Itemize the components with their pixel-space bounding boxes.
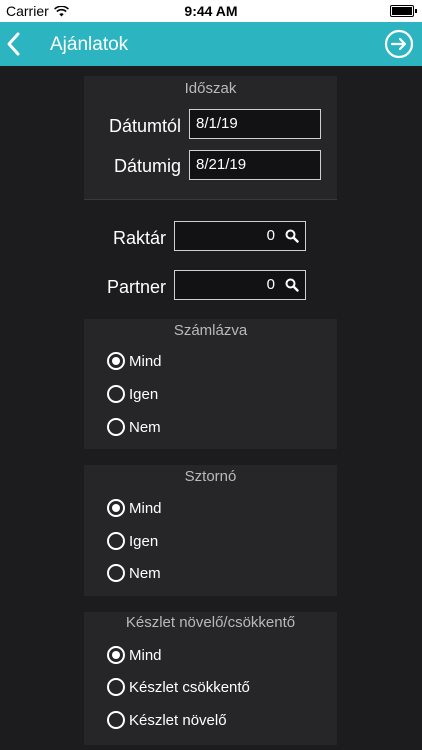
storno-option-yes[interactable]: Igen (107, 530, 158, 552)
invoiced-option-all[interactable]: Mind (107, 350, 162, 372)
stock-title: Készlet növelő/csökkentő (125, 614, 296, 631)
radio-label: Nem (129, 418, 161, 436)
radio-label: Mind (129, 499, 162, 517)
storno-title: Sztornó (184, 468, 237, 485)
stock-option-all[interactable]: Mind (107, 644, 162, 666)
radio-button[interactable] (107, 385, 125, 403)
storno-option-no[interactable]: Nem (107, 562, 161, 584)
invoiced-title: Számlázva (173, 322, 248, 339)
search-icon[interactable] (285, 229, 299, 243)
radio-button[interactable] (107, 678, 125, 696)
radio-button[interactable] (107, 418, 125, 436)
search-icon[interactable] (285, 278, 299, 292)
partner-search-field[interactable]: 0 (174, 270, 306, 300)
radio-button[interactable] (107, 532, 125, 550)
date-to-input[interactable]: 8/21/19 (189, 150, 321, 180)
radio-label: Igen (129, 532, 159, 550)
stock-option-decreasing[interactable]: Készlet csökkentő (107, 676, 250, 698)
partner-value: 0 (266, 276, 275, 293)
radio-label: Készlet növelő (129, 711, 227, 729)
section-divider (84, 199, 337, 200)
date-from-input[interactable]: 8/1/19 (189, 109, 321, 139)
date-from-label: Dátumtól (108, 116, 181, 136)
navigation-bar: Ajánlatok (0, 22, 422, 66)
radio-label: Igen (129, 385, 159, 403)
filter-content: Időszak Dátumtól 8/1/19 Dátumig 8/21/19 … (0, 66, 422, 750)
radio-button[interactable] (107, 711, 125, 729)
radio-label: Mind (129, 352, 162, 370)
radio-button[interactable] (107, 646, 125, 664)
clock: 9:44 AM (184, 3, 238, 19)
radio-button[interactable] (107, 499, 125, 517)
back-chevron-icon[interactable] (4, 28, 24, 60)
storno-option-all[interactable]: Mind (107, 497, 162, 519)
radio-label: Készlet csökkentő (129, 678, 250, 696)
invoiced-option-no[interactable]: Nem (107, 416, 161, 438)
forward-circle-arrow-icon[interactable] (384, 29, 414, 59)
radio-label: Nem (129, 564, 161, 582)
status-bar: Carrier 9:44 AM (0, 0, 422, 22)
invoiced-option-yes[interactable]: Igen (107, 383, 158, 405)
partner-label: Partner (106, 277, 166, 297)
stock-option-increasing[interactable]: Készlet növelő (107, 709, 227, 731)
radio-button[interactable] (107, 564, 125, 582)
warehouse-search-field[interactable]: 0 (174, 221, 306, 251)
page-title: Ajánlatok (50, 34, 129, 55)
radio-label: Mind (129, 646, 162, 664)
period-title: Időszak (184, 80, 237, 97)
warehouse-label: Raktár (112, 228, 166, 248)
warehouse-value: 0 (266, 227, 275, 244)
battery-icon (390, 5, 417, 17)
date-to-label: Dátumig (113, 156, 181, 176)
radio-button[interactable] (107, 352, 125, 370)
